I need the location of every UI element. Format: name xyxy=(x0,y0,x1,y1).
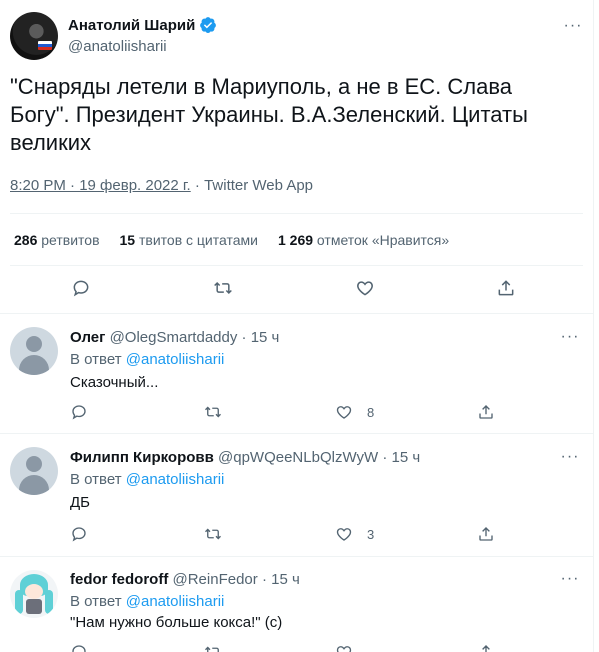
heart-icon xyxy=(336,528,352,541)
mention-link[interactable]: @anatoliisharii xyxy=(126,593,225,610)
author-name[interactable]: Анатолий Шарий xyxy=(68,17,195,34)
reply-icon xyxy=(72,645,86,652)
avatar[interactable] xyxy=(10,12,58,60)
like-button[interactable]: 3 xyxy=(335,525,374,543)
share-button[interactable] xyxy=(477,403,495,421)
like-button[interactable] xyxy=(335,643,353,652)
reply-header: fedor fedoroff @ReinFedor · 15 ч xyxy=(70,571,300,588)
avatar[interactable] xyxy=(10,327,58,375)
share-icon xyxy=(498,280,514,296)
reply-button[interactable] xyxy=(70,643,88,652)
reply-tweet[interactable]: fedor fedoroff @ReinFedor · 15 ч ··· В о… xyxy=(0,557,593,652)
reply-time[interactable]: · 15 ч xyxy=(262,571,300,588)
reply-text: "Нам нужно больше кокса!" (с) xyxy=(70,614,283,631)
reply-author-name[interactable]: fedor fedoroff xyxy=(70,571,168,588)
like-button[interactable]: 8 xyxy=(335,403,374,421)
verified-icon xyxy=(200,17,217,34)
retweets-stat[interactable]: 286 ретвитов xyxy=(14,232,100,248)
reply-time[interactable]: · 15 ч xyxy=(382,449,420,466)
retweet-button[interactable] xyxy=(204,525,222,543)
more-icon[interactable]: ··· xyxy=(560,327,580,347)
likes-stat[interactable]: 1 269 отметок «Нравится» xyxy=(278,232,449,248)
divider xyxy=(10,265,583,266)
reply-to-line: В ответ @anatoliisharii xyxy=(70,471,225,488)
more-icon[interactable]: ··· xyxy=(560,569,580,589)
reply-button[interactable] xyxy=(71,278,91,298)
reply-button[interactable] xyxy=(70,525,88,543)
heart-icon xyxy=(336,406,352,419)
main-tweet-header: Анатолий Шарий @anatoliisharii ··· xyxy=(10,12,585,62)
tweet-text: "Снаряды летели в Мариуполь, а не в ЕС. … xyxy=(10,74,528,155)
reply-tweet[interactable]: Олег @OlegSmartdaddy · 15 ч ··· В ответ … xyxy=(0,314,593,433)
share-button[interactable] xyxy=(477,525,495,543)
share-icon xyxy=(482,645,490,652)
retweet-button[interactable] xyxy=(204,643,222,652)
reply-author-handle[interactable]: @ReinFedor xyxy=(173,571,258,588)
reply-author-name[interactable]: Филипп Киркоровв xyxy=(70,449,214,466)
retweet-icon xyxy=(214,281,232,295)
more-icon[interactable]: ··· xyxy=(560,447,580,467)
main-tweet-actions xyxy=(0,278,593,302)
tweet-thread: Анатолий Шарий @anatoliisharii ··· "Снар… xyxy=(0,0,594,652)
heart-icon xyxy=(336,646,352,652)
tweet-stats: 286 ретвитов 15 твитов с цитатами 1 269 … xyxy=(14,232,449,248)
retweet-icon xyxy=(205,646,219,652)
reply-time[interactable]: · 15 ч xyxy=(242,329,280,346)
reply-tweet[interactable]: Филипп Киркоровв @qpWQeeNLbQlzWyW · 15 ч… xyxy=(0,434,593,556)
mention-link[interactable]: @anatoliisharii xyxy=(126,471,225,488)
reply-author-handle[interactable]: @OlegSmartdaddy xyxy=(110,329,238,346)
meta-separator: · xyxy=(194,177,200,194)
reply-text: Сказочный... xyxy=(70,374,159,391)
reply-author-name[interactable]: Олег xyxy=(70,329,105,346)
share-button[interactable] xyxy=(496,278,516,298)
retweet-icon xyxy=(205,528,221,540)
source-label[interactable]: Twitter Web App xyxy=(204,177,313,194)
divider xyxy=(10,213,583,214)
retweet-button[interactable] xyxy=(204,403,222,421)
reply-header: Олег @OlegSmartdaddy · 15 ч xyxy=(70,329,279,346)
like-button[interactable] xyxy=(355,278,375,298)
reply-to-line: В ответ @anatoliisharii xyxy=(70,593,225,610)
author-handle[interactable]: @anatoliisharii xyxy=(68,38,167,55)
share-button[interactable] xyxy=(477,643,495,652)
reply-to-line: В ответ @anatoliisharii xyxy=(70,351,225,368)
quotes-stat[interactable]: 15 твитов с цитатами xyxy=(120,232,258,248)
reply-text: ДБ xyxy=(70,494,91,511)
reply-icon xyxy=(72,405,86,420)
reply-button[interactable] xyxy=(70,403,88,421)
more-icon[interactable]: ··· xyxy=(563,16,583,36)
tweet-meta: 8:20 PM · 19 февр. 2022 г. · Twitter Web… xyxy=(10,177,313,194)
share-icon xyxy=(479,405,493,419)
like-count: 3 xyxy=(367,526,375,542)
reply-author-handle[interactable]: @qpWQeeNLbQlzWyW xyxy=(218,449,378,466)
retweet-icon xyxy=(205,406,221,418)
avatar[interactable] xyxy=(10,447,58,495)
reply-header: Филипп Киркоровв @qpWQeeNLbQlzWyW · 15 ч xyxy=(70,449,420,466)
timestamp-link[interactable]: 8:20 PM · 19 февр. 2022 г. xyxy=(10,177,191,194)
reply-icon xyxy=(72,527,86,542)
mention-link[interactable]: @anatoliisharii xyxy=(126,351,225,368)
reply-icon xyxy=(73,280,89,297)
avatar[interactable] xyxy=(10,570,58,618)
heart-icon xyxy=(357,281,373,296)
flag-badge xyxy=(38,41,52,50)
like-count: 8 xyxy=(367,404,375,420)
share-icon xyxy=(479,527,493,541)
retweet-button[interactable] xyxy=(213,278,233,298)
